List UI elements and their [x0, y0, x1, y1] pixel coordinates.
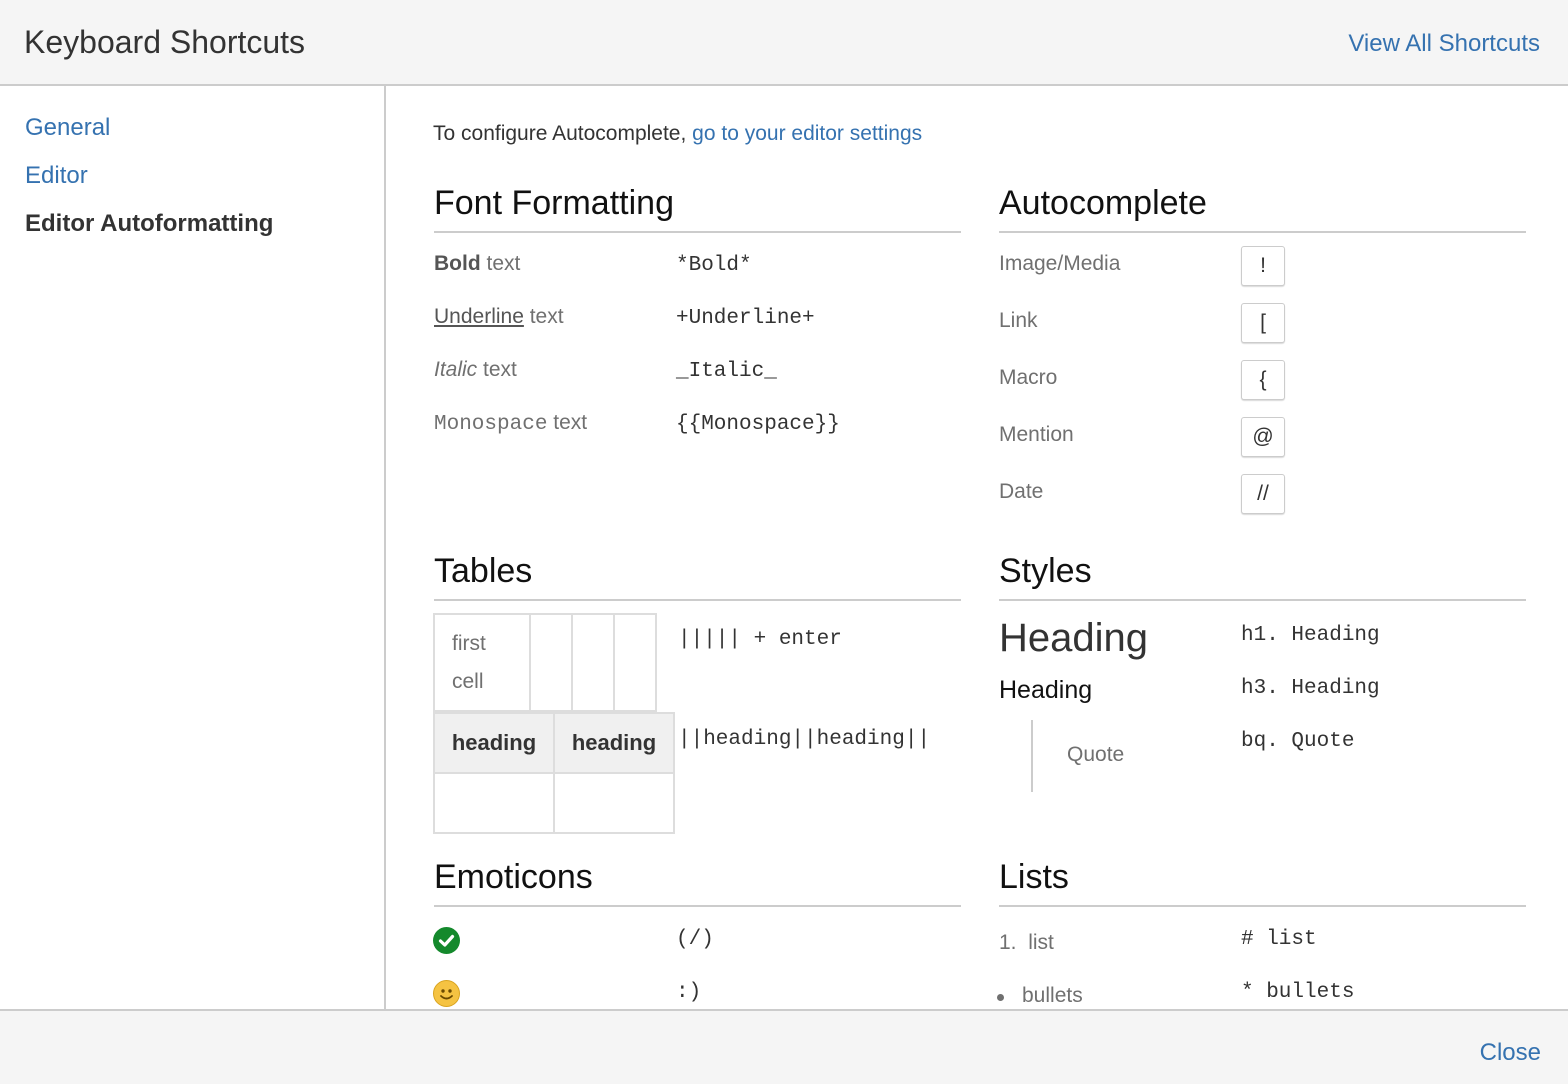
editor-settings-link[interactable]: go to your editor settings — [692, 122, 922, 145]
table-syntax: ||||| + enter — [678, 628, 842, 651]
autocomplete-divider — [999, 231, 1526, 233]
h3-syntax: h3. Heading — [1241, 677, 1380, 700]
font-formatting-divider — [434, 231, 961, 233]
h1-heading-example: Heading — [999, 616, 1149, 660]
autocomplete-key-link: [ — [1241, 303, 1285, 343]
sidebar-item-editor-autoformatting[interactable]: Editor Autoformatting — [25, 210, 273, 238]
underline-styled-text: Underline — [434, 305, 524, 328]
bold-suffix: text — [480, 252, 521, 275]
table-example-cell — [613, 613, 657, 712]
quote-syntax: bq. Quote — [1241, 730, 1355, 753]
heading-syntax: ||heading||heading|| — [678, 728, 931, 751]
tables-title: Tables — [434, 552, 533, 590]
autocomplete-label-mention: Mention — [999, 423, 1074, 446]
numbered-list-marker: 1. — [999, 931, 1017, 954]
table-example-cell — [571, 613, 615, 712]
first-cell-line1: first — [452, 632, 486, 655]
underline-suffix: text — [523, 305, 564, 328]
first-cell-line2: cell — [452, 670, 484, 693]
dialog-footer: Close — [0, 1009, 1568, 1084]
sidebar-nav: General Editor Editor Autoformatting — [0, 86, 386, 1009]
font-formatting-title: Font Formatting — [434, 184, 674, 222]
emoticons-divider — [434, 905, 961, 907]
bullet-list-syntax: * bullets — [1241, 981, 1355, 1004]
autocomplete-config-note: To configure Autocomplete, go to your ed… — [433, 122, 922, 146]
quote-example: Quote — [1067, 743, 1125, 766]
table-body-cell — [553, 772, 675, 834]
monospace-example: Monospace text — [434, 411, 587, 436]
numbered-list-label: list — [1028, 931, 1054, 954]
keyboard-shortcuts-dialog: Keyboard Shortcuts View All Shortcuts Ge… — [0, 0, 1568, 1084]
autocomplete-label-macro: Macro — [999, 366, 1058, 389]
monospace-styled-text: Monospace — [434, 413, 548, 436]
table-heading-cell-2: heading — [553, 712, 675, 774]
lists-title: Lists — [999, 858, 1069, 896]
numbered-list-syntax: # list — [1241, 928, 1317, 951]
italic-styled-text: Italic — [434, 358, 478, 381]
underline-example: Underline text — [434, 305, 564, 329]
autocomplete-title: Autocomplete — [999, 184, 1207, 222]
table-body-cell — [433, 772, 555, 834]
bullet-dot — [997, 994, 1004, 1001]
h3-heading-example: Heading — [999, 676, 1093, 704]
dialog-title: Keyboard Shortcuts — [24, 24, 306, 60]
view-all-shortcuts-link[interactable]: View All Shortcuts — [1348, 30, 1540, 58]
italic-suffix: text — [477, 358, 517, 381]
sidebar-item-editor[interactable]: Editor — [25, 162, 88, 190]
bullet-list-label: bullets — [1022, 984, 1083, 1007]
monospace-suffix: text — [547, 411, 588, 434]
autocomplete-label-date: Date — [999, 480, 1044, 503]
check-emoticon-syntax: (/) — [676, 928, 714, 951]
autocomplete-key-date: // — [1241, 474, 1285, 514]
monospace-syntax: {{Monospace}} — [676, 413, 840, 436]
autocomplete-key-mention: @ — [1241, 417, 1285, 457]
check-emoticon-icon — [433, 927, 460, 954]
bold-styled-text: Bold — [434, 252, 481, 275]
h1-syntax: h1. Heading — [1241, 624, 1380, 647]
close-button[interactable]: Close — [1480, 1039, 1541, 1067]
quote-bar — [1031, 720, 1033, 792]
tables-divider — [434, 599, 961, 601]
autocomplete-key-macro: { — [1241, 360, 1285, 400]
intro-text: To configure Autocomplete, — [433, 122, 693, 145]
numbered-list-example: 1. list — [999, 931, 1054, 955]
sidebar-item-general[interactable]: General — [25, 114, 110, 142]
smile-emoticon-syntax: :) — [676, 981, 702, 1004]
lists-divider — [999, 905, 1526, 907]
styles-title: Styles — [999, 552, 1092, 590]
underline-syntax: +Underline+ — [676, 307, 815, 330]
table-example-cell — [529, 613, 573, 712]
smile-emoticon-icon — [433, 980, 460, 1007]
main-content: To configure Autocomplete, go to your ed… — [387, 86, 1568, 1009]
italic-syntax: _Italic_ — [676, 360, 777, 383]
table-heading-cell-1: heading — [433, 712, 555, 774]
emoticons-title: Emoticons — [434, 858, 593, 896]
styles-divider — [999, 599, 1526, 601]
bold-example: Bold text — [434, 252, 520, 276]
autocomplete-label-image-media: Image/Media — [999, 252, 1121, 275]
dialog-header: Keyboard Shortcuts View All Shortcuts — [0, 0, 1568, 86]
bold-syntax: *Bold* — [676, 254, 752, 277]
italic-example: Italic text — [434, 358, 517, 382]
autocomplete-key-image-media: ! — [1241, 246, 1285, 286]
autocomplete-label-link: Link — [999, 309, 1038, 332]
